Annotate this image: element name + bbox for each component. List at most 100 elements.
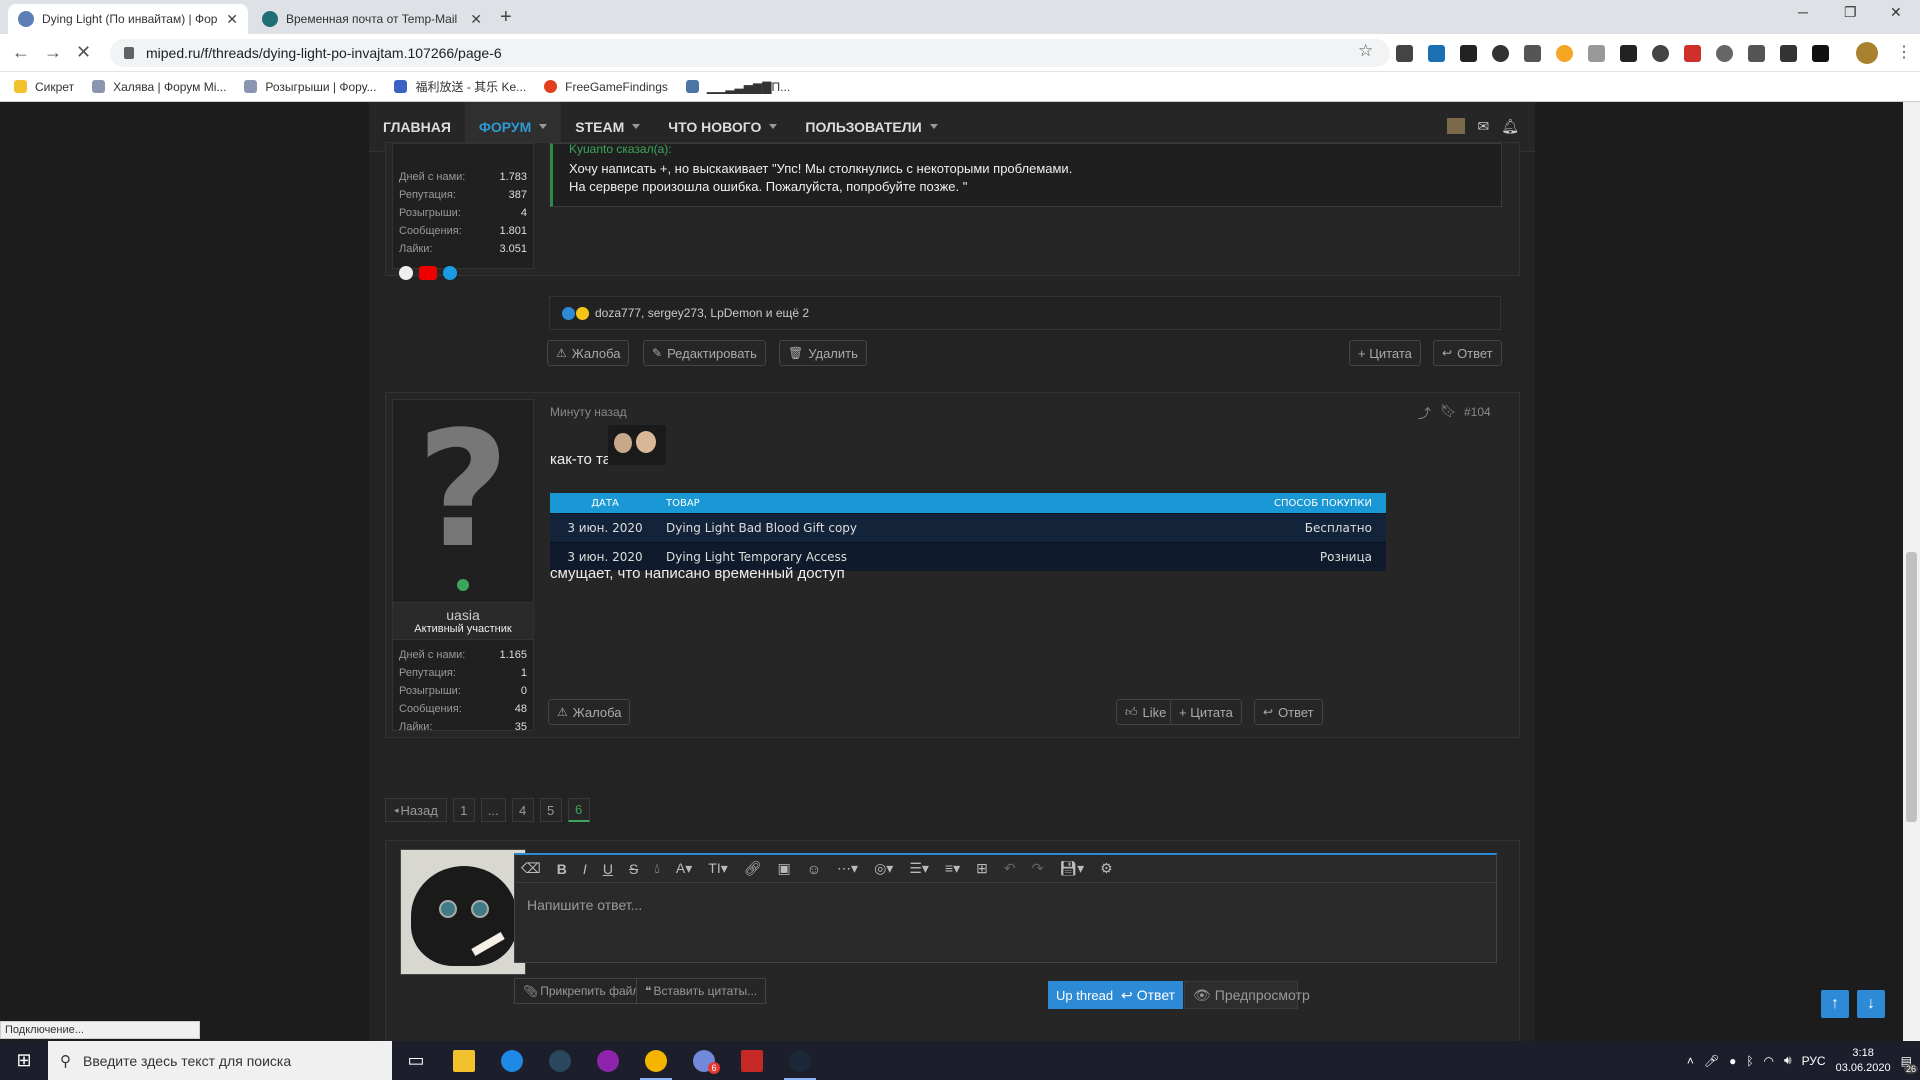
table-icon[interactable]: ⊞ [976, 860, 988, 877]
chevron-down-icon[interactable] [539, 124, 548, 129]
chevron-down-icon[interactable] [769, 124, 778, 129]
quote-button[interactable]: + Цитата [1349, 340, 1421, 366]
bluetooth-icon[interactable]: ᛒ [1746, 1054, 1753, 1068]
post-number[interactable]: #104 [1464, 405, 1491, 419]
default-avatar-icon[interactable]: ? [393, 396, 533, 583]
align-icon[interactable]: ☰▾ [909, 860, 929, 877]
prev-page-button[interactable]: ◂ Назад [385, 798, 447, 822]
link-icon[interactable]: 🔗︎ [744, 860, 762, 877]
list-icon[interactable]: ≡▾ [945, 860, 960, 877]
voicemeeter-icon[interactable] [728, 1041, 776, 1080]
profile-avatar[interactable] [1856, 42, 1878, 64]
chevron-up-icon[interactable]: ˄ [1687, 1054, 1694, 1068]
extension-icon[interactable] [1460, 45, 1477, 62]
extension-icon[interactable] [1396, 45, 1413, 62]
strikethrough-icon[interactable]: S [629, 861, 638, 877]
chevron-down-icon[interactable] [632, 124, 641, 129]
reactions-bar[interactable]: doza777, sergey273, LpDemon и ещё 2 [549, 296, 1501, 330]
undo-icon[interactable]: ↶ [1004, 860, 1016, 877]
extension-icon[interactable] [1652, 45, 1669, 62]
reply-button[interactable]: ↩ Ответ [1433, 340, 1502, 366]
reply-button[interactable]: ↩ Ответ [1254, 699, 1323, 725]
avatar[interactable] [400, 849, 526, 975]
volume-icon[interactable]: 🔊︎ [1784, 1053, 1792, 1068]
redo-icon[interactable]: ↷ [1032, 860, 1044, 877]
wifi-icon[interactable]: ◠ [1764, 1054, 1774, 1068]
page-scrollbar[interactable] [1903, 102, 1920, 1041]
like-button[interactable]: 👍︎ Like [1116, 699, 1176, 725]
tab-dying-light[interactable]: Dying Light (По инвайтам) | Фор ✕ [8, 4, 248, 34]
minimize-button[interactable]: ─ [1798, 4, 1808, 20]
extension-icon[interactable] [1556, 45, 1573, 62]
page-ellipsis[interactable]: ... [480, 798, 506, 822]
page-link[interactable]: 5 [539, 798, 562, 822]
chevron-down-icon[interactable] [929, 124, 938, 129]
up-thread-button[interactable]: Up thread [1048, 981, 1122, 1009]
smiley-icon[interactable]: ☺ [807, 861, 821, 877]
insert-quotes-button[interactable]: ❝ Вставить цитаты... [636, 978, 767, 1004]
eraser-icon[interactable]: ⌫ [521, 860, 541, 877]
language-indicator[interactable]: РУС [1802, 1054, 1826, 1068]
font-family-icon[interactable]: A▾ [676, 860, 692, 877]
user-avatar-icon[interactable] [1447, 118, 1466, 134]
reply-placeholder[interactable]: Напишите ответ... [515, 883, 1496, 927]
chrome-icon[interactable] [632, 1041, 680, 1080]
mail-icon[interactable]: ✉ [1477, 118, 1489, 135]
extension-icon[interactable] [1428, 45, 1445, 62]
extension-icon[interactable] [1588, 45, 1605, 62]
gear-icon[interactable]: ⚙ [1100, 860, 1113, 877]
extension-icon[interactable] [1716, 45, 1733, 62]
windows-start-icon[interactable]: ⊞ [0, 1041, 48, 1080]
url-input[interactable]: miped.ru/f/threads/dying-light-po-invajt… [110, 39, 1390, 67]
bookmark-item[interactable]: FreeGameFindings [544, 80, 668, 94]
username[interactable]: uasia [393, 607, 533, 623]
extension-icon[interactable] [1620, 45, 1637, 62]
close-window-button[interactable]: ✕ [1890, 4, 1902, 21]
taskbar-search-input[interactable]: ⚲ Введите здесь текст для поиска [48, 1041, 392, 1080]
bookmark-item[interactable]: Розыгрыши | Фору... [244, 80, 376, 94]
skype-icon[interactable] [443, 266, 457, 280]
post-time[interactable]: Минуту назад [550, 405, 627, 419]
task-view-icon[interactable]: ▭ [392, 1041, 440, 1080]
scrollbar-thumb[interactable] [1906, 552, 1917, 822]
underline-icon[interactable]: U [603, 861, 613, 877]
steam-tray-icon[interactable]: ● [1729, 1054, 1736, 1068]
youtube-icon[interactable] [419, 266, 437, 280]
close-tab-icon[interactable]: ✕ [226, 11, 238, 28]
app-icon[interactable] [584, 1041, 632, 1080]
extension-icon[interactable] [1684, 45, 1701, 62]
browser-menu-icon[interactable]: ⋮ [1896, 42, 1912, 62]
close-tab-icon[interactable]: ✕ [470, 11, 482, 28]
file-explorer-icon[interactable] [440, 1041, 488, 1080]
extension-icon[interactable] [1780, 45, 1797, 62]
reply-editor[interactable]: ⌫ B I U S 💧︎ A▾ TI▾ 🔗︎ ▣ ☺ ⋯▾ ◎▾ ☰▾ ≡▾ ⊞ [514, 853, 1497, 963]
post-image[interactable] [608, 425, 666, 465]
post-reply-button[interactable]: ↩ Ответ [1113, 981, 1184, 1009]
microphone-icon[interactable]: 🎤︎ [1704, 1054, 1719, 1068]
new-tab-button[interactable]: + [500, 6, 512, 29]
scroll-down-button[interactable]: ↓ [1857, 990, 1885, 1018]
edit-button[interactable]: ✎ Редактировать [643, 340, 766, 366]
extension-icon[interactable] [1492, 45, 1509, 62]
hide-icon[interactable]: ◎▾ [874, 860, 893, 877]
bookmark-item[interactable]: 福利放送 - 其乐 Ke... [394, 78, 526, 95]
delete-button[interactable]: 🗑︎ Удалить [779, 340, 867, 366]
extension-icon[interactable] [1812, 45, 1829, 62]
bookmark-item[interactable]: Халява | Форум Mi... [92, 80, 226, 94]
page-link-current[interactable]: 6 [567, 798, 590, 822]
steam-icon[interactable] [536, 1041, 584, 1080]
report-button[interactable]: ⚠ Жалоба [547, 340, 630, 366]
bookmark-star-icon[interactable]: ☆ [1358, 41, 1373, 61]
bold-icon[interactable]: B [557, 861, 567, 877]
steam-icon[interactable] [776, 1041, 824, 1080]
preview-button[interactable]: 👁︎ Предпросмотр [1184, 981, 1310, 1009]
discord-icon[interactable]: 6 [680, 1041, 728, 1080]
font-size-icon[interactable]: TI▾ [708, 860, 727, 877]
page-link[interactable]: 1 [452, 798, 475, 822]
tab-temp-mail[interactable]: Временная почта от Temp-Mail ✕ [252, 4, 492, 34]
stop-loading-button[interactable]: ✕ [76, 42, 91, 63]
image-icon[interactable]: ▣ [778, 860, 791, 877]
extension-icon[interactable] [1524, 45, 1541, 62]
italic-icon[interactable]: I [583, 861, 587, 877]
clock[interactable]: 3:18 03.06.2020 [1836, 1046, 1891, 1076]
